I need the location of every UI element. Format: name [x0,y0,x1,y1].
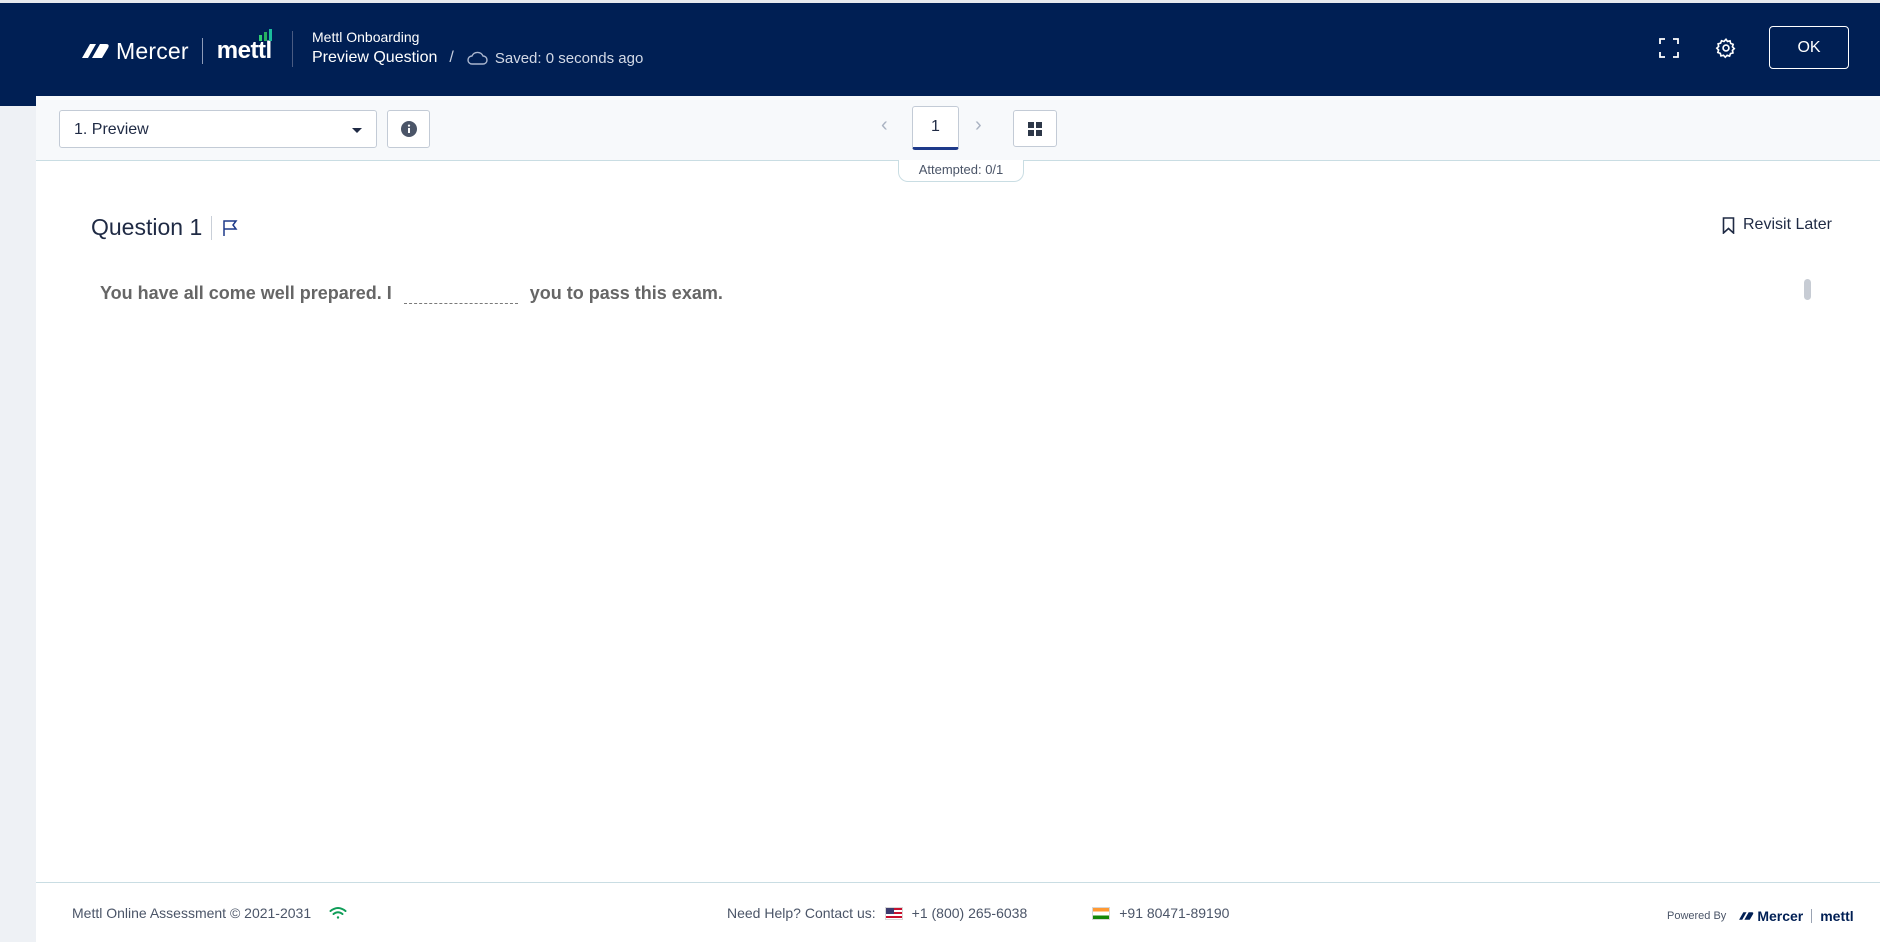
flag-icon[interactable] [221,219,239,237]
saved-status: Saved: 0 seconds ago [494,49,644,67]
footer-help: Need Help? Contact us: +1 (800) 265-6038… [727,905,1229,921]
mercer-logo-icon [82,44,109,58]
phone-us: +1 (800) 265-6038 [911,905,1028,921]
powered-mercer-text: Mercer [1757,908,1804,924]
settings-button[interactable] [1712,34,1740,62]
info-icon [400,121,417,137]
brand-mercer: Mercer [116,37,189,64]
question-text-before: You have all come well prepared. I [100,282,392,303]
header-title-row: Preview Question / Saved: 0 seconds ago [312,49,643,67]
cloud-icon [467,51,488,65]
phone-in-group: +91 80471-89190 [1083,905,1229,921]
mercer-small-logo-icon [1739,912,1754,920]
revisit-later-label: Revisit Later [1743,216,1832,233]
blank-input[interactable] [403,282,518,304]
revisit-later-button[interactable]: Revisit Later [1722,216,1832,234]
powered-mercer-logo: Mercer [1738,908,1803,924]
powered-by-label: Powered By [1667,910,1727,922]
us-flag-icon [884,906,903,920]
brand-mettl: mettl [216,29,272,65]
page-title: Preview Question [312,49,438,66]
page-footer: Mettl Online Assessment © 2021-2031 Need… [36,882,1880,942]
fullscreen-icon [1659,38,1679,58]
brand-mettl-text: mettl [216,37,272,64]
main-panel: 1. Preview ‹ 1 › Attempted: 0/1 Question… [36,96,1880,942]
attempted-badge: Attempted: 0/1 [898,160,1024,182]
fullscreen-button[interactable] [1655,34,1683,62]
caret-down-icon [352,128,362,133]
next-page-button[interactable]: › [975,114,982,137]
info-button[interactable] [387,110,430,148]
powered-separator [1811,909,1813,923]
india-flag-icon [1092,906,1111,920]
mettl-bars-icon [258,29,272,41]
app-header: Mercer mettl Mettl Onboarding Preview Qu… [0,0,1880,106]
brand-logo: Mercer mettl [80,29,272,67]
question-title-row: Question 1 [91,214,239,241]
question-text: You have all come well prepared. I you t… [100,282,723,304]
help-label: Need Help? Contact us: [727,905,876,921]
phone-in: +91 80471-89190 [1119,905,1230,921]
section-select[interactable]: 1. Preview [59,110,377,148]
question-toolbar: 1. Preview ‹ 1 › [36,96,1880,161]
gear-icon [1715,37,1736,59]
grid-icon [1028,121,1042,136]
powered-by: Powered By Mercer mettl [1667,908,1854,924]
bookmark-icon [1722,216,1735,234]
title-separator: / [449,49,454,66]
page-number-1[interactable]: 1 [912,106,959,150]
header-subtitle: Mettl Onboarding [312,29,420,45]
prev-page-button[interactable]: ‹ [881,114,888,137]
ok-button[interactable]: OK [1769,26,1849,69]
brand-separator [201,38,203,64]
title-divider [211,215,213,240]
footer-copyright-row: Mettl Online Assessment © 2021-2031 [72,905,347,921]
wifi-icon [329,907,347,919]
header-divider [292,31,293,67]
footer-copyright: Mettl Online Assessment © 2021-2031 [72,905,312,921]
scrollbar-thumb[interactable] [1804,279,1811,300]
question-title: Question 1 [91,214,203,240]
powered-mettl-text: mettl [1820,908,1854,924]
question-grid-button[interactable] [1013,110,1057,147]
question-text-after: you to pass this exam. [529,282,723,303]
section-select-value: 1. Preview [74,121,149,138]
